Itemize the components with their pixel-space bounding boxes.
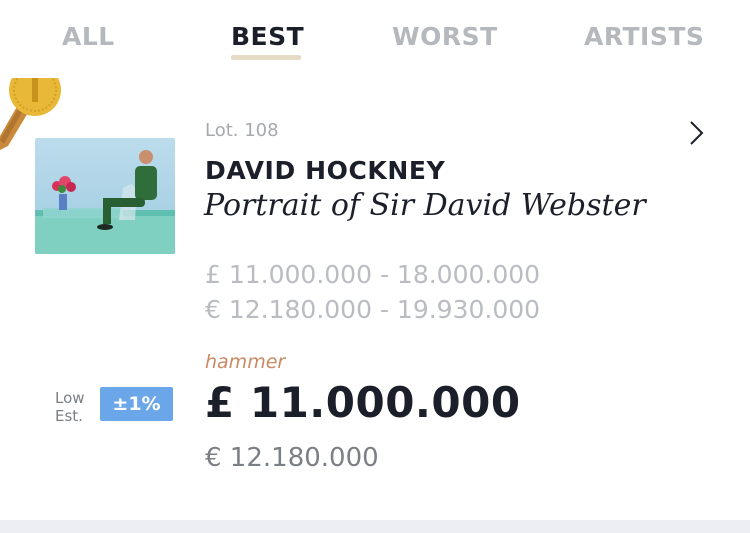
artist-name: DAVID HOCKNEY (205, 156, 446, 185)
bottom-divider (0, 520, 750, 533)
estimate-eur: € 12.180.000 - 19.930.000 (205, 295, 541, 324)
active-tab-underline (231, 55, 301, 60)
artwork-thumbnail (35, 138, 175, 254)
percent-vs-estimate-badge: ±1% (100, 387, 173, 421)
hammer-price-gbp: £ 11.000.000 (205, 378, 521, 427)
chevron-right-icon[interactable] (686, 120, 708, 146)
hammer-label: hammer (205, 351, 286, 373)
tab-bar: ALL BEST WORST ARTISTS (0, 0, 750, 70)
low-estimate-label: Low Est. (55, 389, 85, 425)
artwork-title: Portrait of Sir David Webster (204, 188, 646, 223)
hammer-price-eur: € 12.180.000 (205, 443, 379, 473)
estimate-gbp: £ 11.000.000 - 18.000.000 (205, 260, 541, 289)
tab-all[interactable]: ALL (62, 22, 115, 51)
lot-number: Lot. 108 (205, 120, 279, 141)
tab-best[interactable]: BEST (231, 22, 304, 51)
tab-worst[interactable]: WORST (392, 22, 498, 51)
tab-artists[interactable]: ARTISTS (584, 22, 704, 51)
